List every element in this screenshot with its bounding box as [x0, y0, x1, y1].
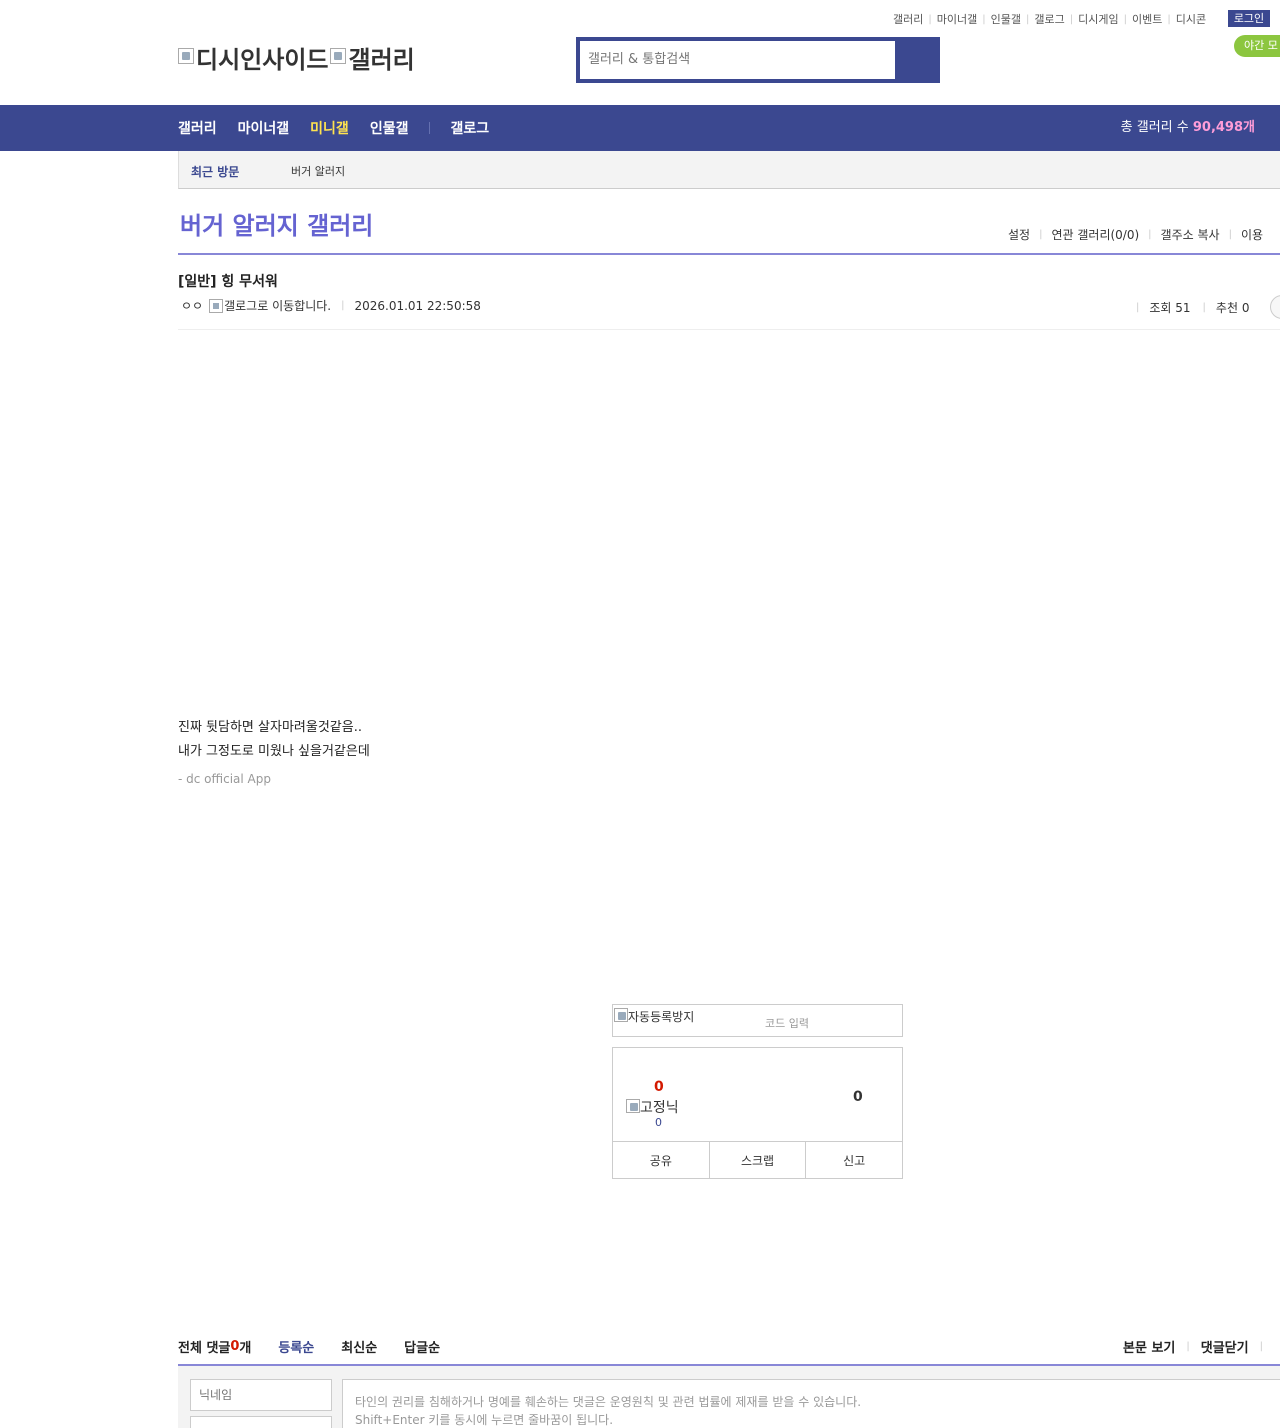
comment-header: 전체 댓글 0개 등록순 최신순 답글순: [178, 1337, 440, 1356]
report-button[interactable]: 신고: [806, 1142, 902, 1179]
main-nav: 갤러리 마이너갤 미니갤 인물갤 갤로그 총 갤러리 수 90,498개: [0, 105, 1280, 151]
fixed-nick-recommend[interactable]: 고정닉: [626, 1097, 679, 1117]
util-link-event[interactable]: 이벤트: [1132, 11, 1162, 27]
post-body-line: 내가 그정도로 미웠나 싶을거같은데: [178, 744, 370, 759]
comment-write-box: 타인의 권리를 침해하거나 명예를 훼손하는 댓글은 운영원칙 및 관련 법률에…: [178, 1366, 1280, 1428]
post-date: 2026.01.01 22:50:58: [354, 298, 481, 313]
recommend-box: 0 고정닉 0 0 공유 스크랩 신고: [612, 1047, 903, 1179]
gallery-menu: 설정 | 연관 갤러리(0/0) | 갤주소 복사 | 이용: [1008, 226, 1264, 243]
post-author[interactable]: ㅇㅇ: [181, 297, 203, 314]
recent-visit-item[interactable]: 버거 알러지: [291, 163, 345, 179]
comment-notice-line: Shift+Enter 키를 동시에 누르면 줄바꿈이 됩니다.: [355, 1413, 614, 1427]
fixed-nick-label: 고정닉: [640, 1100, 679, 1116]
gallog-alt-text[interactable]: 갤로그로 이동합니다.: [224, 297, 331, 314]
sort-latest[interactable]: 최신순: [341, 1337, 377, 1356]
comment-header-right: 본문 보기 | 댓글닫기 |: [1123, 1337, 1274, 1356]
related-gallery[interactable]: 연관 갤러리(0/0): [1051, 226, 1139, 243]
post-meta: ㅇㅇ 갤로그로 이동합니다. | 2026.01.01 22:50:58: [181, 297, 481, 314]
captcha-alt-text: 자동등록방지: [628, 1010, 695, 1024]
copy-gallery-url[interactable]: 갤주소 복사: [1161, 226, 1220, 243]
comment-total-label: 전체 댓글: [178, 1341, 231, 1356]
recommend-down-count: 0: [853, 1089, 863, 1105]
total-gallery-count: 총 갤러리 수 90,498개: [1120, 120, 1255, 135]
sort-replies[interactable]: 답글순: [404, 1337, 440, 1356]
comment-textarea[interactable]: 타인의 권리를 침해하거나 명예를 훼손하는 댓글은 운영원칙 및 관련 법률에…: [342, 1379, 1280, 1428]
nav-gallery[interactable]: 갤러리: [178, 118, 217, 138]
view-body-button[interactable]: 본문 보기: [1123, 1337, 1175, 1356]
captcha-input[interactable]: 코드 입력: [765, 1015, 809, 1031]
post-stats: | 조회 51 | 추천 0: [1136, 301, 1250, 315]
scrap-button[interactable]: 스크랩: [710, 1142, 807, 1179]
post-action-buttons: 공유 스크랩 신고: [613, 1141, 902, 1179]
util-link-person[interactable]: 인물갤: [991, 11, 1021, 27]
site-logo[interactable]: 디시인사이드 갤러리: [178, 40, 415, 75]
search-input[interactable]: [580, 41, 895, 79]
nav-mini-gallery[interactable]: 미니갤: [310, 118, 349, 138]
util-link-dccon[interactable]: 디시콘: [1176, 11, 1206, 27]
search-bar: [576, 37, 940, 83]
post-header-divider: [178, 329, 1280, 330]
top-util-links: 갤러리 | 마이너갤 | 인물갤 | 갤로그 | 디시게임 | 이벤트 | 디시콘: [893, 11, 1207, 27]
util-link-gallog[interactable]: 갤로그: [1034, 11, 1064, 27]
nav-divider: [429, 122, 431, 134]
night-mode-toggle[interactable]: 야간 모: [1234, 35, 1280, 57]
captcha-box: 자동등록방지 코드 입력: [612, 1004, 903, 1037]
total-gallery-count-value: 90,498개: [1192, 120, 1255, 135]
gallery-title[interactable]: 버거 알러지 갤러리: [180, 206, 373, 241]
sort-registered[interactable]: 등록순: [278, 1337, 314, 1356]
password-input[interactable]: [190, 1416, 332, 1428]
nickname-input[interactable]: [190, 1379, 332, 1411]
broken-image-icon: [614, 1008, 628, 1022]
recommend-up-count: 0: [654, 1079, 664, 1095]
nav-gallog[interactable]: 갤로그: [450, 118, 489, 138]
broken-image-icon: [178, 47, 194, 64]
gallery-title-divider: [178, 253, 1280, 255]
comment-total-count: 0: [230, 1339, 240, 1354]
share-button[interactable]: 공유: [613, 1142, 710, 1179]
post-body: 진짜 뒷담하면 살자마려울것같음.. 내가 그정도로 미웠나 싶을거같은데: [178, 716, 370, 764]
captcha-image: 자동등록방지: [614, 1008, 694, 1025]
login-button[interactable]: 로그인: [1228, 10, 1270, 27]
app-signature: - dc official App: [178, 772, 271, 786]
post-body-line: 진짜 뒷담하면 살자마려울것같음..: [178, 720, 362, 735]
util-link-minor[interactable]: 마이너갤: [937, 11, 977, 27]
search-button[interactable]: [898, 41, 936, 79]
recent-visit-label[interactable]: 최근 방문: [191, 163, 239, 180]
post-title: [일반] 힝 무서워: [178, 274, 278, 290]
gallery-usage[interactable]: 이용: [1241, 226, 1263, 243]
broken-image-icon: [626, 1099, 640, 1113]
share-circle-button[interactable]: [1270, 295, 1280, 319]
util-link-gallery[interactable]: 갤러리: [893, 11, 923, 27]
fixed-nick-count: 0: [655, 1116, 662, 1129]
comment-total-suffix: 개: [239, 1341, 252, 1356]
post-views: 조회 51: [1149, 301, 1191, 315]
util-link-game[interactable]: 디시게임: [1078, 11, 1118, 27]
nav-person-gallery[interactable]: 인물갤: [370, 118, 409, 138]
recent-visit-bar: 최근 방문 버거 알러지: [178, 151, 1280, 189]
logo-alt-dcinside: 디시인사이드: [196, 46, 329, 74]
gallog-icon[interactable]: [209, 298, 224, 313]
close-comments-button[interactable]: 댓글닫기: [1201, 1337, 1249, 1356]
logo-alt-gallery: 갤러리: [348, 46, 415, 74]
nav-minor-gallery[interactable]: 마이너갤: [238, 118, 290, 138]
comment-notice-line: 타인의 권리를 침해하거나 명예를 훼손하는 댓글은 운영원칙 및 관련 법률에…: [355, 1395, 862, 1409]
post-recommend: 추천 0: [1215, 301, 1250, 315]
gallery-settings[interactable]: 설정: [1008, 226, 1030, 243]
broken-image-icon: [330, 47, 347, 64]
